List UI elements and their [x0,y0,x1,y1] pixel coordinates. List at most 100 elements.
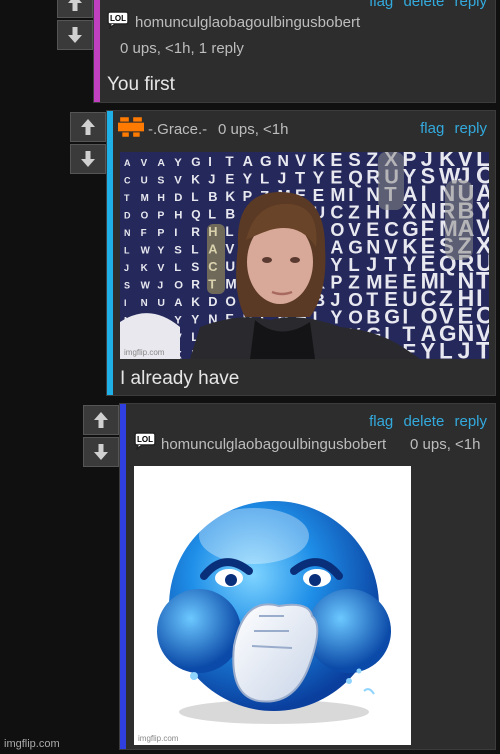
flag-link[interactable]: flag [369,0,393,10]
wordsearch-letter: C [124,176,131,186]
flag-link[interactable]: flag [420,120,444,137]
vote-column-1 [57,0,93,50]
down-arrow-icon [94,444,108,460]
wordsearch-letter: P [157,227,164,239]
wordsearch-letter: L [208,207,216,222]
wordsearch-letter: D [124,211,131,221]
wordsearch-letter: R [191,225,200,239]
wordsearch-letter: J [157,280,163,292]
wordsearch-letter: I [174,227,177,239]
wordsearch-letter: S [174,245,182,257]
down-arrow-icon [81,151,95,167]
wordsearch-letter: A [174,297,182,309]
wordsearch-letter: A [243,154,253,170]
comment-stats: 0 ups, <1h [218,121,289,138]
delete-link[interactable]: delete [403,0,444,10]
wordsearch-letter: A [124,158,131,168]
upvote-button-2[interactable] [70,112,106,142]
wordsearch-letter: K [225,189,235,204]
comment-1: flag delete reply LOL homunculglaobagoul… [93,0,496,103]
downvote-button-3[interactable] [83,437,119,467]
vote-column-3 [83,405,119,467]
wordsearch-letter: R [191,278,200,292]
up-arrow-icon [68,0,82,11]
wordsearch-letter: P [157,210,164,222]
wordsearch-letter: B [225,207,235,222]
comment-text: I already have [120,368,240,389]
downvote-button-1[interactable] [57,20,93,50]
wordsearch-letter: J [277,171,286,188]
lol-speech-bubble-icon[interactable]: LOL [134,432,156,450]
comment-image-selfie[interactable]: AVAYGITAGNVKESZXPJKVLSCUSVKJEYLJTYEQRUYS… [120,152,489,359]
wordsearch-letter: G [260,153,272,170]
thread-depth-bar-2 [107,111,113,395]
wordsearch-letter: M [141,193,149,204]
vote-column-2 [70,112,106,174]
wordsearch-letter: S [124,281,130,291]
wordsearch-letter: J [208,172,215,187]
svg-text:LOL: LOL [110,14,126,23]
image-watermark: imgflip.com [124,348,165,357]
imgflip-footer-watermark: imgflip.com [4,738,60,750]
comment-text: You first [107,74,175,95]
wordsearch-letter: I [208,154,212,169]
wordsearch-letter: J [124,263,129,273]
wordsearch-letter: V [295,152,306,170]
wordsearch-letter: L [260,171,269,188]
wordsearch-letter: V [225,242,234,257]
down-arrow-icon [68,27,82,43]
wordsearch-letter: L [174,262,181,274]
wordsearch-letter: T [225,154,234,169]
username[interactable]: homunculglaobagoulbingusbobert [135,14,360,31]
wordsearch-letter: Q [191,208,200,222]
comment-stats: 0 ups, <1h, 1 reply [120,40,244,57]
comment-2: -.Grace.- 0 ups, <1h flag reply AVAYGITA… [106,110,496,396]
wordsearch-letter: I [124,298,127,308]
reply-link[interactable]: reply [454,0,487,10]
wordsearch-letter: T [476,338,489,360]
up-arrow-icon [94,412,108,428]
wordsearch-letter: V [174,175,182,187]
wordsearch-letter: D [174,192,182,204]
username[interactable]: homunculglaobagoulbingusbobert [161,436,386,453]
username[interactable]: -.Grace.- [148,121,207,138]
thread-depth-bar-1 [94,0,100,102]
wordsearch-letter: W [141,281,151,292]
delete-link[interactable]: delete [403,413,444,430]
wordsearch-letter: E [225,172,234,187]
blue-laughing-emoji-covering-mouth [157,501,391,724]
wordsearch-letter: B [208,189,217,204]
flag-link[interactable]: flag [369,413,393,430]
wordsearch-letter: L [124,246,130,256]
wordsearch-letter: L [225,224,233,239]
wordsearch-letter: Y [191,313,199,327]
wordsearch-letter: H [157,192,165,204]
comment-stats: 0 ups, <1h [410,436,481,453]
comment-image-emoji[interactable]: imgflip.com [134,466,411,745]
image-watermark: imgflip.com [138,734,179,743]
upvote-button-1[interactable] [57,0,93,18]
wordsearch-letter: D [208,294,217,309]
wordsearch-letter: L [439,339,453,360]
orange-pixel-avatar-icon[interactable] [118,117,144,137]
wordsearch-letter: T [295,170,305,188]
reply-link[interactable]: reply [454,413,487,430]
wordsearch-letter: Y [421,339,436,360]
lol-speech-bubble-icon[interactable]: LOL [107,11,129,29]
wordsearch-letter: L [191,243,198,257]
wordsearch-letter: N [141,298,148,309]
comment-3: flag delete reply LOL homunculglaobagoul… [119,403,496,750]
wordsearch-letter: O [174,280,183,292]
wordsearch-letter: M [225,277,236,292]
wordsearch-letter: K [141,263,148,274]
downvote-button-2[interactable] [70,144,106,174]
wordsearch-letter: Y [157,245,164,257]
wordsearch-letter: Y [243,172,253,188]
upvote-button-3[interactable] [83,405,119,435]
wordsearch-letter: U [157,297,165,309]
wordsearch-letter: J [457,338,470,360]
wordsearch-letter: V [157,262,164,274]
reply-link[interactable]: reply [454,120,487,137]
svg-text:LOL: LOL [137,435,153,444]
up-arrow-icon [81,119,95,135]
